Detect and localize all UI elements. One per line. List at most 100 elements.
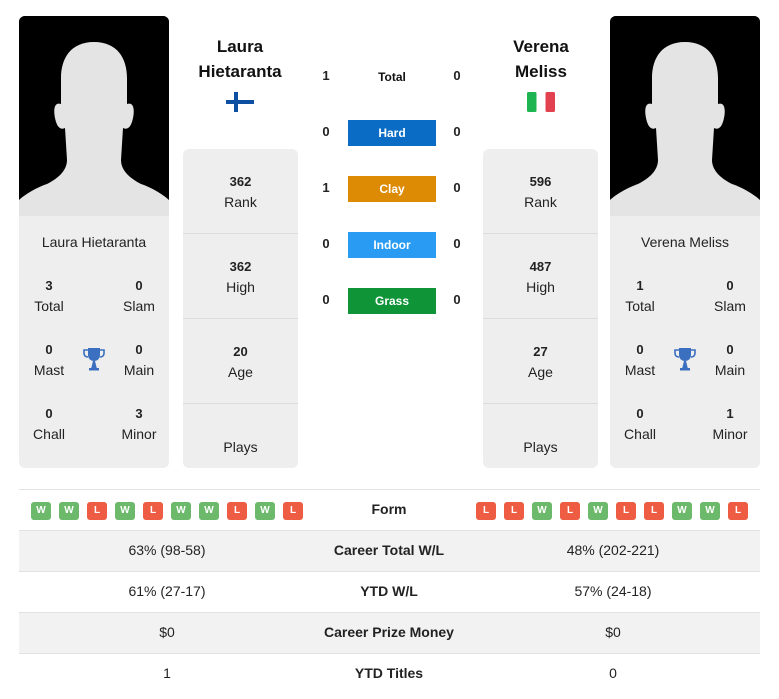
player-silhouette-icon [19, 16, 169, 216]
left-value: 61% (27-17) [128, 583, 206, 599]
stat-rank-value: 596 [529, 174, 552, 189]
titles-total-value: 3 [45, 278, 53, 293]
row-label: Career Prize Money [324, 624, 454, 640]
form-badge-loss[interactable]: L [504, 502, 524, 520]
comparison-row-ytd-wl: 61% (27-17) YTD W/L 57% (24-18) [19, 571, 760, 612]
surface-grass-button[interactable]: Grass [348, 288, 436, 314]
h2h-row-clay: 1 Clay 0 [310, 176, 470, 202]
titles-slam-label: Slam [123, 298, 155, 314]
surface-clay-button[interactable]: Clay [348, 176, 436, 202]
form-badge-win[interactable]: W [588, 502, 608, 520]
form-badge-loss[interactable]: L [644, 502, 664, 520]
h2h-row-grass: 0 Grass 0 [310, 288, 470, 314]
form-badge-win[interactable]: W [199, 502, 219, 520]
form-badge-loss[interactable]: L [87, 502, 107, 520]
trophy-icon [674, 348, 696, 371]
form-badge-win[interactable]: W [255, 502, 275, 520]
form-badge-win[interactable]: W [59, 502, 79, 520]
stat-high-value: 362 [229, 259, 252, 274]
row-label: YTD W/L [360, 583, 418, 599]
player-left-titles-card: Laura Hietaranta 3 Total 0 Slam 0 Mast 0… [19, 216, 169, 468]
comparison-row-career-wl: 63% (98-58) Career Total W/L 48% (202-22… [19, 530, 760, 571]
titles-slam-label: Slam [714, 298, 746, 314]
player-left-stats-card: 362 Rank 362 High 20 Age Plays [183, 149, 298, 468]
row-label: Career Total W/L [333, 542, 445, 558]
player-right-photo [610, 16, 760, 216]
left-value: 1 [163, 665, 171, 681]
titles-chall-value: 0 [636, 406, 644, 421]
titles-minor-value: 1 [726, 406, 734, 421]
comparison-row-prize-money: $0 Career Prize Money $0 [19, 612, 760, 653]
form-badge-win[interactable]: W [532, 502, 552, 520]
h2h-total-label: Total [378, 70, 406, 84]
stat-high-label: High [226, 279, 255, 295]
form-badge-win[interactable]: W [672, 502, 692, 520]
stat-age-value: 27 [533, 344, 548, 359]
row-label: YTD Titles [354, 665, 424, 681]
right-value: $0 [605, 624, 621, 640]
form-badge-win[interactable]: W [115, 502, 135, 520]
stat-rank-value: 362 [229, 174, 252, 189]
stat-plays-label: Plays [223, 439, 258, 455]
form-badge-loss[interactable]: L [728, 502, 748, 520]
right-value: 0 [609, 665, 617, 681]
titles-chall-label: Chall [624, 426, 656, 442]
player-left-photo [19, 16, 169, 216]
form-badge-win[interactable]: W [171, 502, 191, 520]
titles-slam-value: 0 [726, 278, 734, 293]
player-right-form: LLWLWLLWWL [476, 502, 748, 520]
form-badge-loss[interactable]: L [560, 502, 580, 520]
stat-high-value: 487 [529, 259, 552, 274]
titles-mast: 0 Mast [610, 340, 670, 380]
player-right-name[interactable]: Verena Meliss [471, 34, 611, 84]
h2h-right-value: 0 [453, 236, 461, 251]
stat-rank: 362 Rank [183, 149, 298, 234]
form-badge-loss[interactable]: L [476, 502, 496, 520]
stat-age-label: Age [528, 364, 553, 380]
surface-hard-button[interactable]: Hard [348, 120, 436, 146]
form-label: Form [371, 501, 407, 517]
form-badge-loss[interactable]: L [227, 502, 247, 520]
form-badge-loss[interactable]: L [283, 502, 303, 520]
stat-age: 27 Age [483, 319, 598, 404]
stat-high-label: High [526, 279, 555, 295]
form-badge-loss[interactable]: L [616, 502, 636, 520]
right-value: 48% (202-221) [566, 542, 660, 558]
titles-chall: 0 Chall [19, 404, 79, 444]
stat-high: 362 High [183, 234, 298, 319]
player-right-full-name: Verena Meliss [641, 234, 729, 250]
right-value: 57% (24-18) [574, 583, 652, 599]
h2h-right-value: 0 [453, 68, 461, 83]
h2h-left-value: 0 [322, 236, 330, 251]
finland-flag-icon [226, 92, 254, 112]
stat-age-label: Age [228, 364, 253, 380]
player-left-first-name: Laura [216, 37, 264, 56]
titles-chall: 0 Chall [610, 404, 670, 444]
titles-mast-label: Mast [624, 362, 656, 378]
h2h-left-value: 0 [322, 124, 330, 139]
form-badge-loss[interactable]: L [143, 502, 163, 520]
h2h-row-total: 1 Total 0 [310, 64, 470, 90]
stat-plays: Plays [183, 404, 298, 489]
left-value: 63% (98-58) [128, 542, 206, 558]
h2h-row-indoor: 0 Indoor 0 [310, 232, 470, 258]
form-badge-win[interactable]: W [31, 502, 51, 520]
titles-slam: 0 Slam [700, 276, 760, 316]
player-silhouette-icon [610, 16, 760, 216]
italy-flag-icon [527, 92, 555, 112]
stat-rank-label: Rank [224, 194, 257, 210]
titles-mast: 0 Mast [19, 340, 79, 380]
titles-main: 0 Main [109, 340, 169, 380]
surface-indoor-button[interactable]: Indoor [348, 232, 436, 258]
form-badge-win[interactable]: W [700, 502, 720, 520]
h2h-right-value: 0 [453, 292, 461, 307]
player-right-stats-card: 596 Rank 487 High 27 Age Plays [483, 149, 598, 468]
player-left-last-name: Hietaranta [198, 62, 282, 81]
stat-high: 487 High [483, 234, 598, 319]
titles-total-label: Total [34, 298, 64, 314]
titles-minor: 3 Minor [109, 404, 169, 444]
h2h-left-value: 0 [322, 292, 330, 307]
player-left-name[interactable]: Laura Hietaranta [170, 34, 310, 84]
comparison-row-ytd-titles: 1 YTD Titles 0 [19, 653, 760, 694]
titles-minor-label: Minor [121, 426, 157, 442]
